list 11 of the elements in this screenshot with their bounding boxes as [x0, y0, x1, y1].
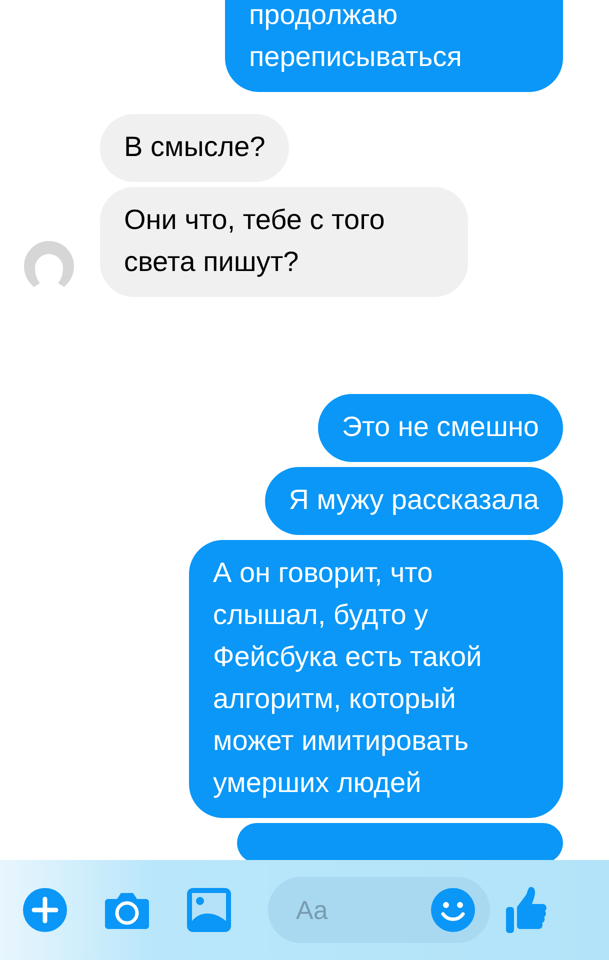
- smiley-icon[interactable]: [430, 887, 476, 933]
- image-icon[interactable]: [186, 887, 232, 933]
- message-bubble: А он говорит, что слышал, будто у Фейсбука есть такой алгоритм, который может имитировать умерших людей: [189, 540, 563, 818]
- message-field[interactable]: Aa: [268, 877, 490, 943]
- add-icon[interactable]: [22, 887, 68, 933]
- message-bubble: Я мужу рассказала: [264, 467, 563, 535]
- message-bubble: продолжаю переписываться: [225, 0, 563, 92]
- message-bubble: Это не смешно: [318, 394, 563, 462]
- message-bubble: Они что, тебе с того света пишут?: [100, 187, 468, 297]
- message-input[interactable]: Aa: [294, 894, 430, 926]
- message-bubble: В смысле?: [100, 114, 290, 182]
